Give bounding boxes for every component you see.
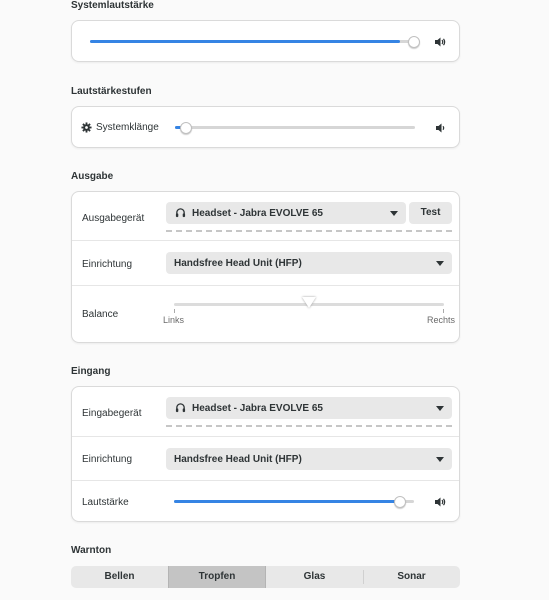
- divider: [72, 480, 459, 481]
- output-level-meter: [166, 230, 452, 232]
- volume-levels-title: Lautstärkestufen: [71, 86, 152, 97]
- system-sounds-label: Systemklänge: [96, 122, 159, 133]
- volume-levels-card: Systemklänge: [71, 106, 460, 148]
- output-config-value: Handsfree Head Unit (HFP): [174, 258, 302, 269]
- alert-option-tropfen[interactable]: Tropfen: [168, 566, 266, 588]
- output-card: Ausgabegerät Headset - Jabra EVOLVE 65 T…: [71, 191, 460, 343]
- output-device-value: Headset - Jabra EVOLVE 65: [192, 208, 323, 219]
- balance-left-label: Links: [163, 315, 185, 325]
- input-config-label: Einrichtung: [82, 454, 133, 465]
- speaker-icon: [435, 37, 446, 47]
- input-device-value: Headset - Jabra EVOLVE 65: [192, 403, 323, 414]
- input-device-dropdown[interactable]: Headset - Jabra EVOLVE 65: [166, 397, 452, 419]
- system-volume-fill: [90, 40, 401, 43]
- input-config-dropdown[interactable]: Handsfree Head Unit (HFP): [166, 448, 452, 470]
- output-config-label: Einrichtung: [82, 259, 133, 270]
- input-volume-slider[interactable]: [174, 500, 414, 503]
- input-volume-knob[interactable]: [394, 496, 406, 508]
- headset-icon: [175, 208, 186, 218]
- alert-option-sonar[interactable]: Sonar: [363, 566, 460, 588]
- headset-icon: [175, 403, 186, 413]
- input-volume-label: Lautstärke: [82, 497, 129, 508]
- input-config-value: Handsfree Head Unit (HFP): [174, 454, 302, 465]
- system-volume-title: Systemlautstärke: [71, 0, 154, 11]
- balance-knob[interactable]: [302, 297, 316, 308]
- output-device-dropdown[interactable]: Headset - Jabra EVOLVE 65: [166, 202, 406, 224]
- speaker-icon: [436, 123, 445, 133]
- alert-sound-title: Warnton: [71, 545, 112, 556]
- divider: [72, 436, 459, 437]
- alert-sound-selector: Bellen Tropfen Glas Sonar: [71, 566, 460, 588]
- alert-option-glas[interactable]: Glas: [266, 566, 363, 588]
- system-sounds-slider[interactable]: [175, 126, 415, 129]
- alert-option-bellen[interactable]: Bellen: [71, 566, 168, 588]
- system-volume-card: [71, 20, 460, 62]
- input-card: Eingabegerät Headset - Jabra EVOLVE 65 E…: [71, 386, 460, 522]
- input-level-meter: [166, 425, 452, 427]
- output-title: Ausgabe: [71, 171, 114, 182]
- dropdown-arrow-icon: [436, 261, 444, 266]
- system-volume-slider[interactable]: [90, 40, 420, 43]
- input-device-label: Eingabegerät: [82, 408, 142, 419]
- test-button[interactable]: Test: [409, 202, 452, 224]
- input-volume-fill: [174, 500, 400, 503]
- dropdown-arrow-icon: [436, 406, 444, 411]
- divider: [72, 240, 459, 241]
- input-title: Eingang: [71, 366, 111, 377]
- output-config-dropdown[interactable]: Handsfree Head Unit (HFP): [166, 252, 452, 274]
- divider: [72, 285, 459, 286]
- balance-label: Balance: [82, 309, 119, 320]
- system-sounds-knob[interactable]: [180, 122, 192, 134]
- balance-tick-right: [443, 309, 444, 313]
- speaker-icon: [435, 497, 446, 507]
- dropdown-arrow-icon: [436, 457, 444, 462]
- system-volume-knob[interactable]: [408, 36, 420, 48]
- output-device-label: Ausgabegerät: [82, 213, 145, 224]
- balance-right-label: Rechts: [427, 315, 456, 325]
- balance-tick-left: [174, 309, 175, 313]
- dropdown-arrow-icon: [390, 211, 398, 216]
- gear-icon: [81, 122, 92, 133]
